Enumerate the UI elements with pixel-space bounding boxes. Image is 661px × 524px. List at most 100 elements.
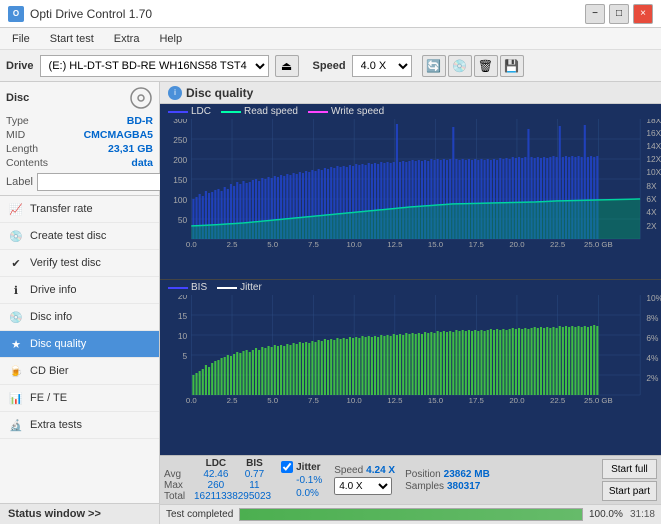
drive-select[interactable]: (E:) HL-DT-ST BD-RE WH16NS58 TST4 xyxy=(40,55,269,77)
jitter-checkbox[interactable] xyxy=(281,461,293,473)
menu-bar: File Start test Extra Help xyxy=(0,28,661,50)
svg-text:200: 200 xyxy=(173,156,187,165)
bis-legend: BIS xyxy=(168,282,207,293)
disc-quality-icon: ★ xyxy=(8,336,24,352)
progress-bar-bg xyxy=(239,508,583,521)
svg-text:150: 150 xyxy=(173,176,187,185)
start-full-button[interactable]: Start full xyxy=(602,459,657,479)
svg-text:2.5: 2.5 xyxy=(227,240,238,249)
chart-header: i Disc quality xyxy=(160,82,661,104)
speed-row: Speed 4.24 X xyxy=(334,465,395,476)
svg-text:10.0: 10.0 xyxy=(347,240,362,249)
nav-fe-te[interactable]: 📊 FE / TE xyxy=(0,385,159,412)
avg-ldc: 42.46 xyxy=(194,469,238,480)
drive-label: Drive xyxy=(6,60,34,72)
disc-length-row: Length 23,31 GB xyxy=(6,142,153,156)
ldc-legend: LDC xyxy=(168,106,211,117)
nav-extra-tests[interactable]: 🔬 Extra tests xyxy=(0,412,159,439)
avg-row: Avg 42.46 0.77 xyxy=(164,469,271,480)
svg-text:16X: 16X xyxy=(646,129,661,138)
chart-header-icon: i xyxy=(168,86,182,100)
nav-transfer-rate[interactable]: 📈 Transfer rate xyxy=(0,196,159,223)
drive-bar: Drive (E:) HL-DT-ST BD-RE WH16NS58 TST4 … xyxy=(0,50,661,82)
start-part-button[interactable]: Start part xyxy=(602,481,657,501)
close-button[interactable]: × xyxy=(633,4,653,24)
main-area: Disc Type BD-R MID CMCMAGBA5 Length 23,3… xyxy=(0,82,661,524)
jitter-legend-color xyxy=(217,287,237,289)
title-bar: O Opti Drive Control 1.70 − □ × xyxy=(0,0,661,28)
menu-help[interactable]: Help xyxy=(151,31,190,47)
speed-label: Speed xyxy=(313,60,346,72)
top-chart: 300 250 200 150 100 50 18X 16X 14X 12X 1… xyxy=(160,119,661,249)
total-label: Total xyxy=(164,491,194,502)
nav-drive-info[interactable]: ℹ Drive info xyxy=(0,277,159,304)
svg-text:12.5: 12.5 xyxy=(387,396,402,405)
fe-te-icon: 📊 xyxy=(8,390,24,406)
app-title: Opti Drive Control 1.70 xyxy=(30,7,152,21)
svg-text:6%: 6% xyxy=(646,334,658,343)
svg-text:8X: 8X xyxy=(646,182,657,191)
svg-text:22.5: 22.5 xyxy=(550,240,565,249)
refresh-icon[interactable]: 🔄 xyxy=(422,55,446,77)
minimize-button[interactable]: − xyxy=(585,4,605,24)
speed-select[interactable]: 4.0 X xyxy=(352,55,412,77)
progress-time: 31:18 xyxy=(630,509,655,520)
eject-button[interactable]: ⏏ xyxy=(275,55,299,77)
speed-dropdown[interactable]: 4.0 X xyxy=(334,477,392,495)
svg-text:18X: 18X xyxy=(646,119,661,125)
progress-percent: 100.0% xyxy=(589,509,624,520)
svg-text:7.5: 7.5 xyxy=(308,240,319,249)
drive-action-icons: 🔄 💿 🗑 💾 xyxy=(422,55,524,77)
menu-start-test[interactable]: Start test xyxy=(42,31,102,47)
position-section: Position 23862 MB Samples 380317 xyxy=(405,469,596,492)
jitter-legend-label: Jitter xyxy=(240,282,262,293)
nav-cd-bier[interactable]: 🍺 CD Bier xyxy=(0,358,159,385)
svg-text:20.0: 20.0 xyxy=(509,240,524,249)
svg-text:8%: 8% xyxy=(646,314,658,323)
chart-title: Disc quality xyxy=(186,86,253,100)
extra-tests-icon: 🔬 xyxy=(8,417,24,433)
progress-bar-fill xyxy=(240,509,582,520)
maximize-button[interactable]: □ xyxy=(609,4,629,24)
svg-text:6X: 6X xyxy=(646,195,657,204)
svg-text:0.0: 0.0 xyxy=(186,240,197,249)
disc-header: Disc xyxy=(6,86,153,110)
nav-disc-quality-label: Disc quality xyxy=(30,338,86,350)
ldc-legend-label: LDC xyxy=(191,106,211,117)
svg-text:25.0 GB: 25.0 GB xyxy=(584,240,613,249)
ldc-col-header: LDC xyxy=(194,458,238,469)
erase-icon[interactable]: 🗑 xyxy=(474,55,498,77)
disc-icon[interactable]: 💿 xyxy=(448,55,472,77)
avg-bis: 0.77 xyxy=(238,469,271,480)
charts-area: LDC Read speed Write speed xyxy=(160,104,661,524)
ldc-legend-color xyxy=(168,111,188,113)
nav-disc-info[interactable]: 💿 Disc info xyxy=(0,304,159,331)
status-window-button[interactable]: Status window >> xyxy=(0,503,159,524)
status-window-label: Status window >> xyxy=(8,508,101,520)
bottom-chart: 20 15 10 5 10% 8% 6% 4% 2% 0.0 2.5 5.0 xyxy=(160,295,661,405)
nav-transfer-rate-label: Transfer rate xyxy=(30,203,93,215)
nav-disc-info-label: Disc info xyxy=(30,311,72,323)
save-icon[interactable]: 💾 xyxy=(500,55,524,77)
svg-text:4X: 4X xyxy=(646,208,657,217)
menu-extra[interactable]: Extra xyxy=(106,31,148,47)
label-input[interactable] xyxy=(37,173,175,191)
svg-text:2X: 2X xyxy=(646,222,657,231)
label-label: Label xyxy=(6,176,33,188)
nav-disc-quality[interactable]: ★ Disc quality xyxy=(0,331,159,358)
disc-info-icon: 💿 xyxy=(8,309,24,325)
jitter-checkbox-row: Jitter xyxy=(281,461,322,473)
svg-text:15: 15 xyxy=(178,312,188,321)
svg-text:10%: 10% xyxy=(646,295,661,303)
total-bis: 295023 xyxy=(238,491,271,502)
samples-row: Samples 380317 xyxy=(405,481,596,492)
svg-text:10.0: 10.0 xyxy=(347,396,362,405)
nav-create-test-disc[interactable]: 💿 Create test disc xyxy=(0,223,159,250)
svg-text:12X: 12X xyxy=(646,155,661,164)
position-value: 23862 MB xyxy=(444,469,490,480)
svg-text:4%: 4% xyxy=(646,354,658,363)
menu-file[interactable]: File xyxy=(4,31,38,47)
nav-extra-tests-label: Extra tests xyxy=(30,419,82,431)
nav-verify-test-disc[interactable]: ✔ Verify test disc xyxy=(0,250,159,277)
writespeed-legend-label: Write speed xyxy=(331,106,384,117)
